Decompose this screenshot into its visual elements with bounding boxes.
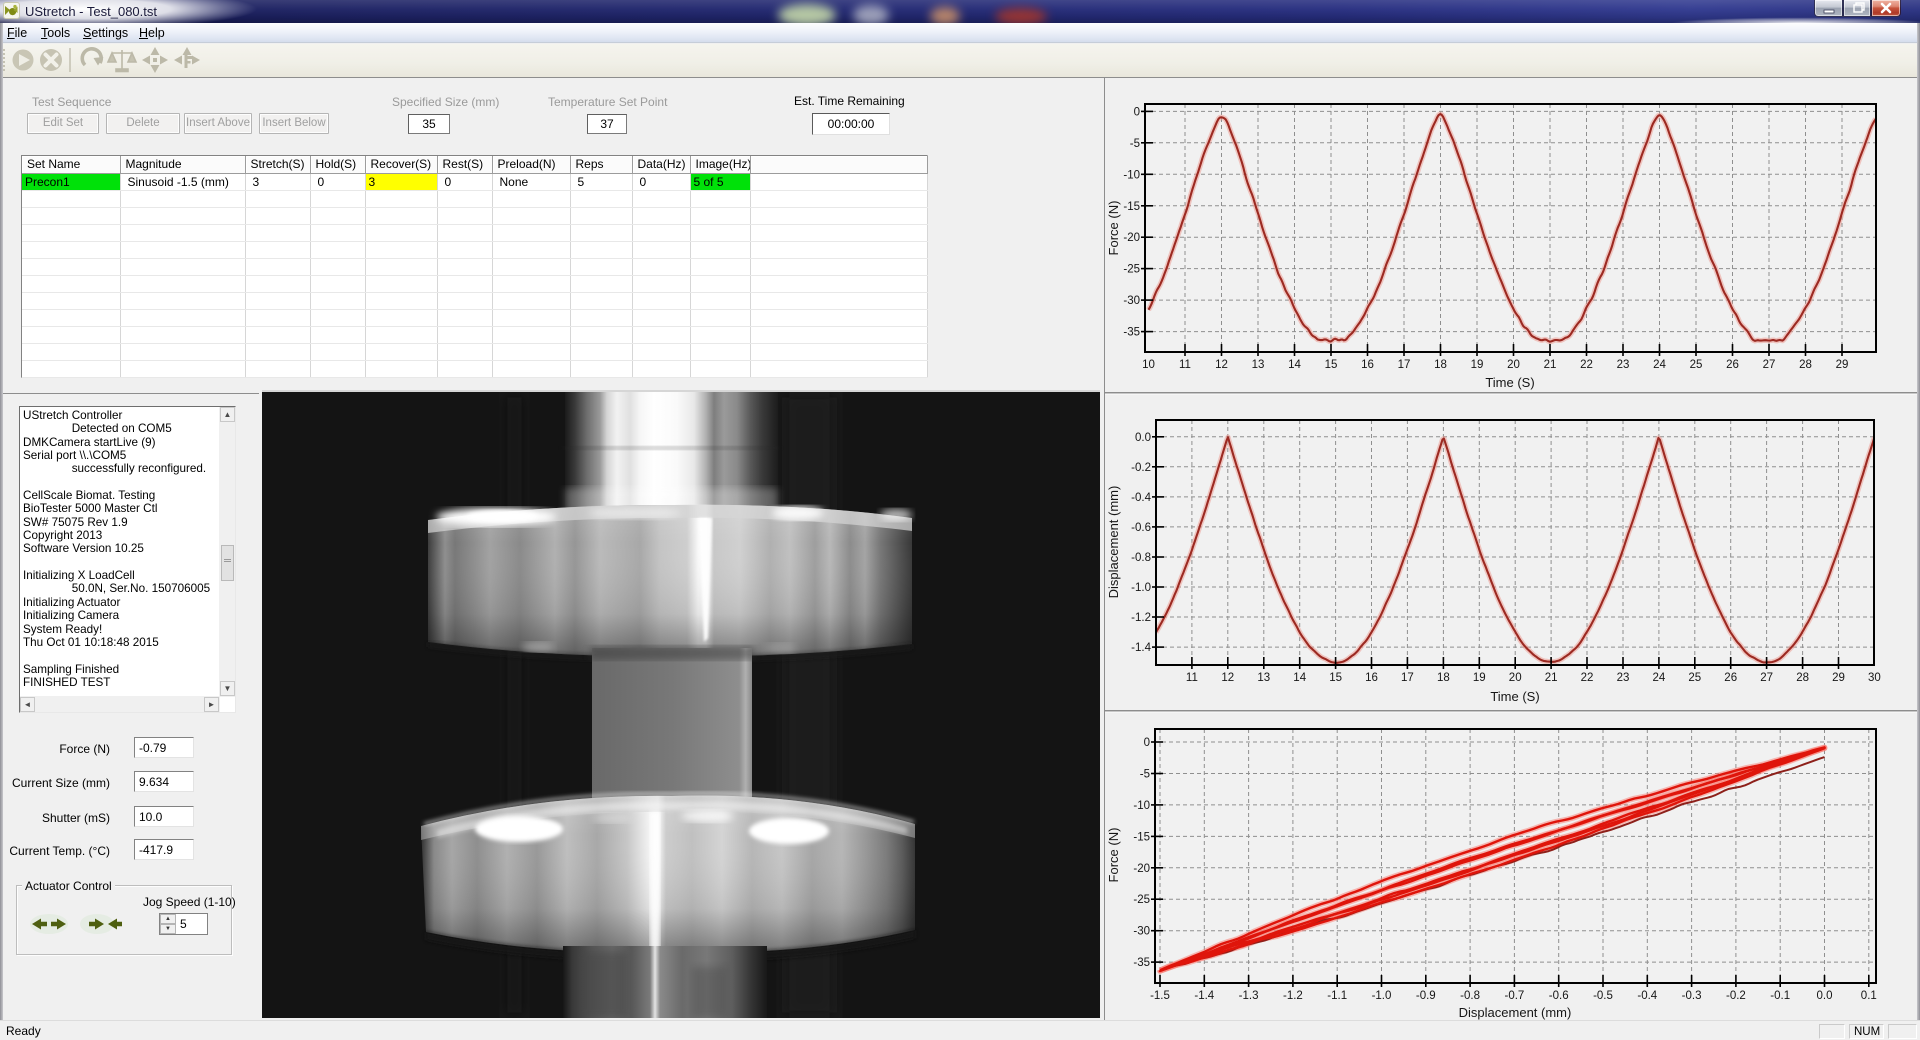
svg-text:-10: -10: [1133, 800, 1150, 812]
svg-text:-1.0: -1.0: [1372, 990, 1392, 1002]
svg-text:0: 0: [1144, 737, 1150, 749]
svg-text:0.0: 0.0: [1817, 990, 1833, 1002]
svg-text:-0.7: -0.7: [1504, 990, 1524, 1002]
svg-text:-0.6: -0.6: [1549, 990, 1569, 1002]
svg-text:Displacement (mm): Displacement (mm): [1459, 1005, 1572, 1020]
svg-text:-5: -5: [1140, 769, 1150, 781]
svg-text:0.1: 0.1: [1861, 990, 1877, 1002]
svg-text:-20: -20: [1133, 863, 1150, 875]
svg-text:-35: -35: [1133, 957, 1150, 969]
svg-text:-1.4: -1.4: [1194, 990, 1214, 1002]
svg-text:-0.3: -0.3: [1682, 990, 1702, 1002]
svg-text:-1.3: -1.3: [1239, 990, 1259, 1002]
svg-text:-1.2: -1.2: [1283, 990, 1303, 1002]
svg-text:-1.1: -1.1: [1327, 990, 1347, 1002]
svg-text:-1.5: -1.5: [1150, 990, 1170, 1002]
svg-text:Force (N): Force (N): [1106, 828, 1121, 883]
svg-text:-25: -25: [1133, 894, 1150, 906]
svg-text:-0.4: -0.4: [1637, 990, 1657, 1002]
svg-text:-15: -15: [1133, 831, 1150, 843]
svg-text:-0.8: -0.8: [1460, 990, 1480, 1002]
svg-text:-0.1: -0.1: [1770, 990, 1790, 1002]
svg-text:-0.9: -0.9: [1416, 990, 1436, 1002]
svg-text:-0.2: -0.2: [1726, 990, 1746, 1002]
svg-text:-0.5: -0.5: [1593, 990, 1613, 1002]
svg-text:-30: -30: [1133, 926, 1150, 938]
